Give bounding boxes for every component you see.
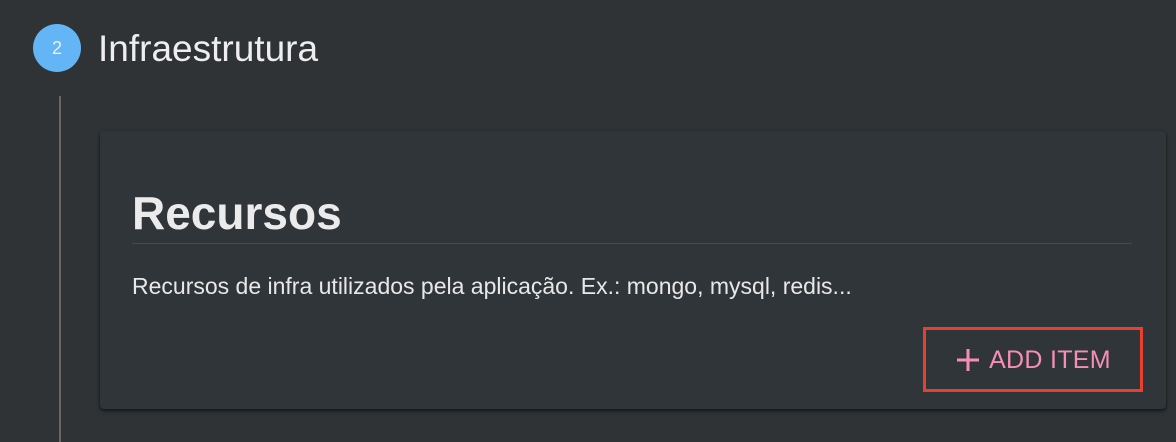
step-number: 2 <box>51 37 62 58</box>
plus-icon <box>955 347 981 373</box>
resources-card: Recursos Recursos de infra utilizados pe… <box>100 131 1166 409</box>
card-title: Recursos <box>132 187 342 239</box>
card-divider <box>132 243 1132 244</box>
card-description: Recursos de infra utilizados pela aplica… <box>132 273 852 299</box>
add-item-button[interactable]: ADD ITEM <box>923 327 1143 392</box>
step-connector-line <box>59 96 61 442</box>
step-number-badge: 2 <box>33 24 81 72</box>
add-item-label: ADD ITEM <box>989 345 1111 374</box>
step-title[interactable]: Infraestrutura <box>98 27 318 71</box>
